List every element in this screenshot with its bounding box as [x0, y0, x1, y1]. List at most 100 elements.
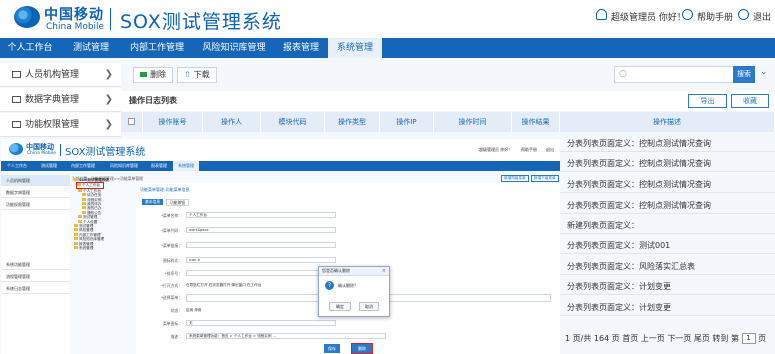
first-page-link[interactable]: 首页 [622, 334, 638, 343]
nav-item-reports[interactable]: 报表管理 [276, 38, 326, 58]
help-icon[interactable] [682, 9, 693, 20]
dialog-cancel-button[interactable]: 取消 [359, 302, 379, 311]
row-description: 分表列表页面定义：计划变更 [567, 282, 671, 291]
row-divider [560, 274, 775, 275]
dialog-ok-button[interactable]: 确定 [329, 302, 351, 311]
inner-nav-item: 个人工作台 [7, 163, 27, 168]
page-count: 1 页/共 164 页 [565, 334, 620, 343]
chevron-right-icon: ❯ [104, 119, 113, 130]
form-label: *选择菜单： [161, 295, 182, 300]
user-icon [596, 9, 607, 20]
logout-link[interactable]: 退出 [753, 10, 771, 23]
nav-item-internal-work[interactable]: 内部工作管理 [124, 38, 190, 58]
row-divider [560, 315, 775, 316]
pagination: 1 页/共 164 页 首页 上一页 下一页 尾页 转到 第 1 页 [565, 333, 766, 344]
form-label: 图标样式： [163, 258, 182, 263]
nav-item-workbench[interactable]: 个人工作台 [0, 38, 60, 58]
nav-item-test-mgmt[interactable]: 测试管理 [62, 38, 120, 58]
form-input: 系统菜单管理功能：首页 > 个人工作台 > 流程实例 ... [186, 333, 386, 339]
logo-en-text: China Mobile [46, 22, 105, 32]
row-description: 分表列表页面定义：控制点测试情况查询 [567, 159, 711, 168]
col-header-account[interactable]: 操作账号 [143, 112, 203, 132]
sidebar-item-dict[interactable]: 数据字典管理 ❯ [0, 88, 121, 112]
inner-tab-buttons: 功能按钮 [166, 199, 190, 206]
form-radio-group: 在导航栏打开 在浏览器打开 弹出窗口 在工作台 [186, 283, 262, 287]
col-header-description[interactable]: 操作描述 [560, 112, 775, 132]
app-header: 中国移动 China Mobile SOX测试管理系统 超级管理员 你好！ 帮助… [0, 0, 775, 38]
col-header-result[interactable]: 操作结果 [512, 112, 560, 132]
download-button-label: 下载 [193, 70, 210, 79]
inner-menu-tree: SOX测试管理系统 个人工作台 个人工作台 待办任务 流程实例 我的待办 我的已… [72, 178, 132, 354]
delete-button-label: 删除 [150, 70, 166, 79]
inner-sidebar: 人员机构管理 数据字典管理 功能权限管理 系统功能管理 流程管理管理 系统日志管… [1, 175, 70, 354]
inner-header: 中国移动 China Mobile SOX测试管理系统 超级管理员 你好！ 帮助… [1, 139, 560, 161]
inner-new-sibling-button: 新增同级菜单 [501, 175, 529, 182]
collect-button[interactable]: 收藏 [731, 94, 769, 108]
last-page-link[interactable]: 尾页 [694, 334, 710, 343]
form-label: *排序号： [164, 271, 182, 276]
inner-sidebar-item: 人员机构管理 [1, 175, 70, 186]
inner-header-separator [60, 144, 61, 156]
inner-sidebar-item: 系统日志管理 [1, 283, 70, 294]
delete-button[interactable]: 删除 [133, 67, 173, 83]
confirm-dialog: 您是否确认删除 × ? 确认删除？ 确定 取消 [318, 266, 390, 317]
tree-node: 系统管理 [72, 246, 132, 250]
select-all-checkbox[interactable] [121, 112, 143, 132]
close-icon[interactable]: × [382, 268, 386, 274]
page-number-input[interactable]: 1 [741, 333, 756, 344]
tree-node: SOX测试管理系统 [72, 178, 132, 182]
sidebar-item-permissions[interactable]: 功能权限管理 ❯ [0, 113, 121, 137]
row-divider [560, 213, 775, 214]
user-greeting: 超级管理员 你好！ [611, 13, 686, 23]
chevron-right-icon: ❯ [104, 69, 113, 80]
sidebar-item-org[interactable]: 人员机构管理 ❯ [0, 63, 121, 87]
next-page-link[interactable]: 下一页 [667, 334, 691, 343]
row-description: 分表列表页面定义：控制点测试情况查询 [567, 139, 711, 148]
form-label: 菜单图标： [163, 321, 182, 326]
download-button[interactable]: ⇧ 下载 [177, 67, 217, 83]
folder-icon [12, 71, 21, 78]
row-description: 分表列表页面定义：测试001 [567, 241, 671, 250]
search-button[interactable]: 搜索 [733, 66, 755, 83]
prev-page-link[interactable]: 上一页 [641, 334, 665, 343]
form-label: *打开方式： [161, 283, 182, 288]
header-separator [110, 8, 111, 30]
china-mobile-logo-icon [14, 6, 40, 28]
row-divider [560, 294, 775, 295]
inner-save-button: 保存 [324, 344, 340, 353]
col-header-time[interactable]: 操作时间 [434, 112, 512, 132]
col-header-module[interactable]: 模块代码 [261, 112, 325, 132]
inner-new-child-button: 新增下级菜单 [531, 175, 559, 182]
inner-system-title: SOX测试管理系统 [65, 147, 146, 158]
inner-sidebar-item: 数据字典管理 [1, 187, 70, 198]
export-button[interactable]: 导出 [688, 94, 727, 108]
chevron-down-icon[interactable]: ⌄ [760, 67, 768, 77]
power-icon[interactable] [738, 9, 749, 20]
inner-nav-item: 测试管理 [41, 163, 57, 168]
inner-sidebar-item: 流程管理管理 [1, 271, 70, 282]
folder-icon [12, 96, 21, 103]
nav-item-system[interactable]: 系统管理 [328, 38, 382, 58]
form-label: *菜单代码： [161, 228, 182, 233]
inner-nav-item: 内部工作管理 [71, 163, 95, 168]
search-icon: ○ [619, 69, 627, 79]
col-header-type[interactable]: 操作类型 [325, 112, 380, 132]
form-input [186, 270, 336, 276]
inner-logo-en: China Mobile [27, 151, 57, 156]
inner-nav-item-active: 系统管理 [173, 161, 199, 171]
grid-title-bar: 操作日志列表 导出 收藏 [121, 91, 775, 111]
nav-item-risk-kb[interactable]: 风险知识库管理 [196, 38, 272, 58]
help-link[interactable]: 帮助手册 [697, 10, 733, 23]
row-divider [560, 151, 775, 152]
col-header-operator[interactable]: 操作人 [203, 112, 261, 132]
row-description: 新建列表页面定义： [567, 221, 639, 230]
form-status-radios: 启用 停用 [186, 308, 202, 312]
form-label: *菜单名称： [161, 213, 182, 218]
col-header-ip[interactable]: 操作IP [380, 112, 434, 132]
row-description: 分表列表页面定义：计划变更 [567, 303, 671, 312]
row-divider [560, 192, 775, 193]
form-input: workSpace [186, 227, 336, 233]
chevron-right-icon: ❯ [104, 94, 113, 105]
folder-icon [12, 121, 21, 128]
logo-cn-text: 中国移动 [44, 7, 104, 23]
